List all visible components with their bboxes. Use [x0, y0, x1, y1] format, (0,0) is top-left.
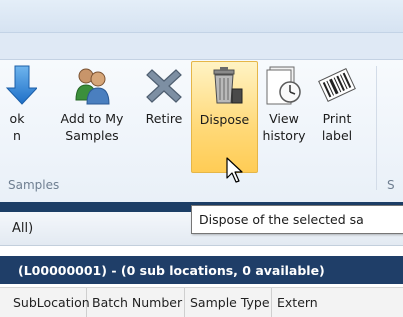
retire-button[interactable]: Retire	[139, 61, 189, 171]
dispose-tooltip: Dispose of the selected sa	[191, 205, 403, 234]
column-header-external[interactable]: Extern	[272, 288, 332, 317]
location-header-text: (L00000001) - (0 sub locations, 0 availa…	[18, 262, 325, 278]
print-label-label-1: Print	[322, 111, 352, 126]
column-header-sample-type[interactable]: Sample Type	[185, 288, 272, 317]
tooltip-text: Dispose of the selected sa	[199, 212, 364, 227]
filter-text: All)	[12, 221, 34, 236]
mouse-pointer-icon	[226, 157, 243, 183]
ribbon-separator	[376, 66, 377, 190]
ribbon-group-label-next: S	[387, 178, 395, 192]
history-clock-icon	[266, 66, 301, 105]
location-header-bar: (L00000001) - (0 sub locations, 0 availa…	[0, 256, 403, 284]
x-mark-icon	[146, 69, 182, 103]
partial-button-label-1: ok	[9, 111, 25, 126]
trash-can-icon	[213, 67, 242, 104]
title-bar	[0, 0, 403, 33]
dispose-label: Dispose	[199, 112, 250, 127]
print-label-button[interactable]: Print label	[312, 61, 362, 171]
ribbon: ok n Add to My Samples Retire Dispose Vi…	[0, 60, 403, 202]
column-header-sublocation[interactable]: SubLocation	[0, 288, 90, 317]
view-history-label-2: history	[262, 128, 306, 143]
ribbon-group-label-samples: Samples	[8, 178, 60, 192]
retire-label: Retire	[145, 111, 183, 126]
partial-button[interactable]: ok n	[0, 61, 42, 171]
add-to-my-samples-label-1: Add to My	[60, 111, 124, 126]
add-to-my-samples-button[interactable]: Add to My Samples	[46, 61, 138, 171]
column-header-batch-number[interactable]: Batch Number	[87, 288, 185, 317]
view-history-button[interactable]: View history	[258, 61, 310, 171]
ribbon-tab-strip	[0, 33, 403, 60]
users-group-icon	[75, 68, 110, 105]
blue-arrow-icon	[5, 65, 37, 105]
barcode-label-icon	[318, 68, 356, 102]
print-label-label-2: label	[321, 128, 353, 143]
view-history-label-1: View	[269, 111, 299, 126]
dispose-button[interactable]: Dispose	[191, 61, 258, 173]
add-to-my-samples-label-2: Samples	[65, 128, 119, 143]
partial-button-label-2: n	[13, 128, 21, 143]
table-header: SubLocation Batch Number Sample Type Ext…	[0, 287, 403, 317]
